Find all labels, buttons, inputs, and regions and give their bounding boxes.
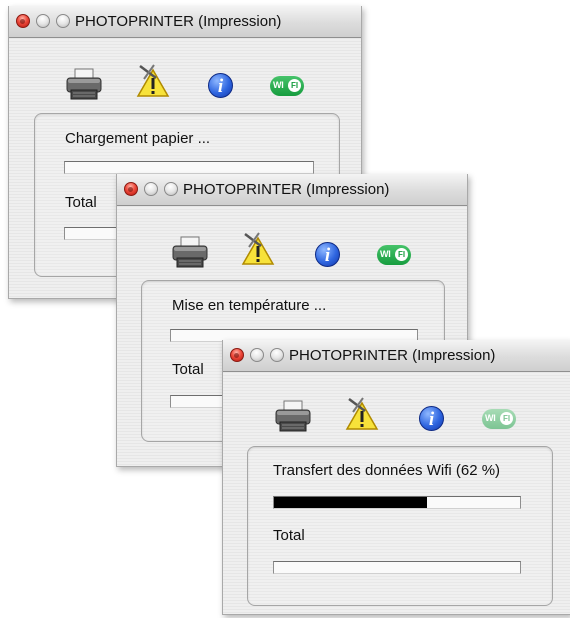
zoom-button[interactable]: [56, 14, 70, 28]
wifi-fi: FI: [288, 79, 301, 92]
status-progress-bar: [273, 496, 521, 509]
total-label: Total: [65, 194, 97, 211]
printer-icon[interactable]: [275, 400, 311, 432]
wifi-text: WI: [273, 80, 284, 90]
window-title: PHOTOPRINTER (Impression): [289, 347, 496, 364]
wifi-text: WI: [485, 413, 496, 423]
window-title: PHOTOPRINTER (Impression): [75, 13, 282, 30]
wifi-fi: FI: [500, 412, 513, 425]
close-button[interactable]: [16, 14, 30, 28]
warning-tools-icon[interactable]: [345, 397, 379, 431]
close-button[interactable]: [230, 348, 244, 362]
zoom-button[interactable]: [164, 182, 178, 196]
info-icon[interactable]: i: [208, 73, 233, 98]
wifi-fi: FI: [395, 248, 408, 261]
title-bar[interactable]: PHOTOPRINTER (Impression): [9, 6, 361, 38]
status-label: Mise en température ...: [172, 297, 327, 314]
window-title: PHOTOPRINTER (Impression): [183, 181, 390, 198]
minimize-button[interactable]: [250, 348, 264, 362]
minimize-button[interactable]: [36, 14, 50, 28]
print-window-3: PHOTOPRINTER (Impression) i WI FI Transf…: [222, 340, 570, 615]
info-icon[interactable]: i: [419, 406, 444, 431]
warning-tools-icon[interactable]: [136, 64, 170, 98]
total-progress-bar: [273, 561, 521, 574]
printer-icon[interactable]: [172, 236, 208, 268]
wifi-text: WI: [380, 249, 391, 259]
title-bar[interactable]: PHOTOPRINTER (Impression): [117, 174, 467, 206]
total-label: Total: [273, 527, 305, 544]
minimize-button[interactable]: [144, 182, 158, 196]
status-progress-fill: [274, 497, 427, 508]
total-label: Total: [172, 361, 204, 378]
printer-icon[interactable]: [66, 68, 102, 100]
close-button[interactable]: [124, 182, 138, 196]
wifi-icon[interactable]: WI FI: [482, 409, 516, 429]
status-label: Transfert des données Wifi (62 %): [273, 462, 501, 479]
wifi-icon[interactable]: WI FI: [270, 76, 304, 96]
wifi-icon[interactable]: WI FI: [377, 245, 411, 265]
warning-tools-icon[interactable]: [241, 232, 275, 266]
status-progress-bar: [64, 161, 314, 174]
info-icon[interactable]: i: [315, 242, 340, 267]
title-bar[interactable]: PHOTOPRINTER (Impression): [223, 340, 570, 372]
status-label: Chargement papier ...: [65, 130, 211, 147]
zoom-button[interactable]: [270, 348, 284, 362]
